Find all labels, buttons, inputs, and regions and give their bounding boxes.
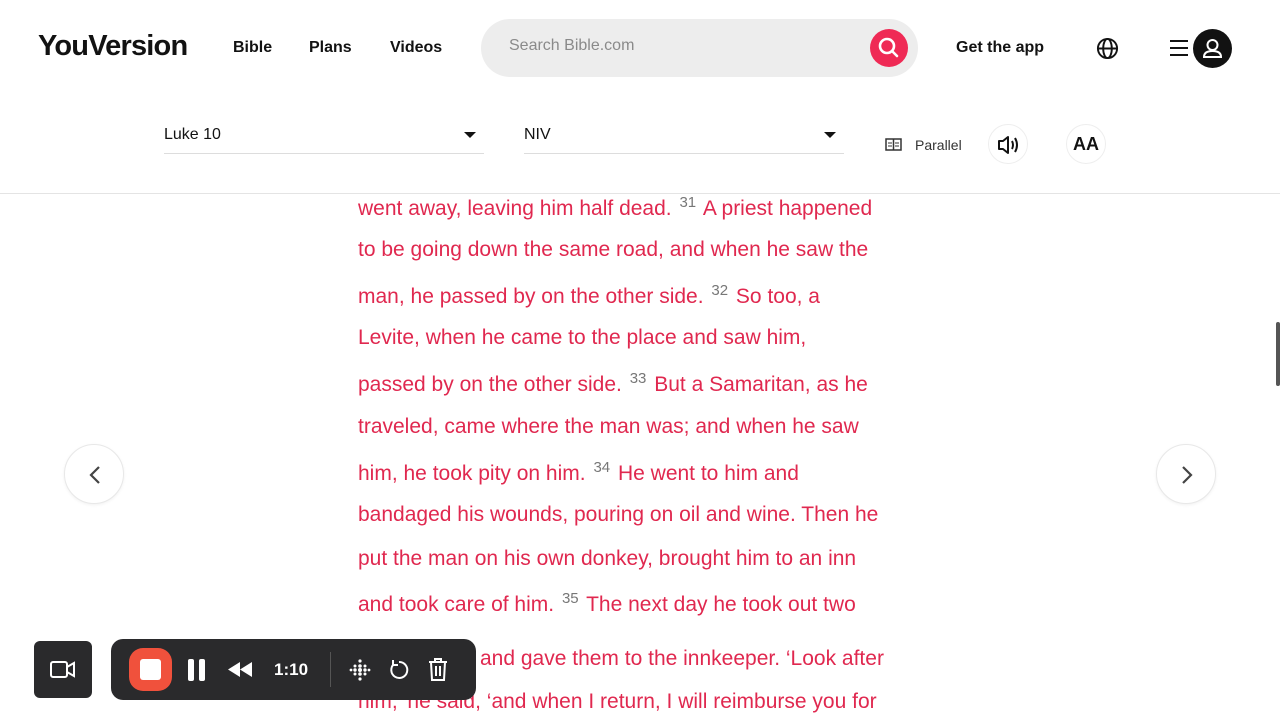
rewind-icon[interactable] — [228, 662, 253, 677]
logo[interactable]: YouVersion — [38, 30, 188, 63]
camera-toggle-button[interactable] — [34, 641, 92, 698]
divider — [330, 652, 331, 687]
caret-down-icon — [464, 132, 476, 138]
menu-icon[interactable] — [1170, 38, 1189, 58]
book-chapter-select[interactable]: Luke 10 — [164, 116, 484, 154]
verse-text-line: him, he took pity on him. 34 He went to … — [358, 459, 799, 486]
reader-toolbar: Luke 10 NIV Parallel AA — [0, 96, 1280, 194]
next-chapter-button[interactable] — [1156, 444, 1216, 504]
audio-button[interactable] — [988, 124, 1028, 164]
verse-text: and gave them to the innkeeper. ‘Look af… — [480, 647, 884, 670]
user-icon — [1202, 39, 1223, 58]
verse-text: The next day he took out two — [580, 593, 856, 616]
nav-plans[interactable]: Plans — [309, 39, 352, 57]
stop-icon — [140, 659, 161, 680]
verse-text: to be going down the same road, and when… — [358, 238, 869, 261]
caret-down-icon — [824, 132, 836, 138]
verse-text: bandaged his wounds, pouring on oil and … — [358, 503, 879, 526]
verse-number: 32 — [711, 282, 729, 299]
verse-text-line: Levite, when he came to the place and sa… — [358, 326, 806, 350]
top-nav: YouVersion Bible Plans Videos Get the ap… — [0, 0, 1280, 96]
grid-dots-icon[interactable] — [349, 659, 371, 681]
verse-text: man, he passed by on the other side. — [358, 285, 710, 308]
chevron-right-icon — [1182, 466, 1193, 484]
avatar[interactable] — [1193, 29, 1232, 68]
video-camera-icon — [50, 661, 75, 678]
verse-number: 31 — [679, 194, 697, 211]
verse-text-line: man, he passed by on the other side. 32 … — [358, 282, 820, 309]
search-icon — [878, 37, 899, 58]
font-size-button[interactable]: AA — [1066, 124, 1106, 164]
verse-number: 35 — [561, 590, 579, 607]
verse-number: 33 — [629, 370, 647, 387]
verse-text: put the man on his own donkey, brought h… — [358, 547, 857, 570]
previous-chapter-button[interactable] — [64, 444, 124, 504]
verse-text-line: to be going down the same road, and when… — [358, 238, 868, 262]
recording-time: 1:10 — [274, 660, 309, 679]
book-chapter-label: Luke 10 — [164, 126, 221, 143]
version-select[interactable]: NIV — [524, 116, 844, 154]
verse-text-line: passed by on the other side. 33 But a Sa… — [358, 370, 868, 397]
version-label: NIV — [524, 126, 551, 143]
trash-icon[interactable] — [427, 657, 449, 682]
search-bar — [481, 19, 918, 77]
verse-text-line: put the man on his own donkey, brought h… — [358, 547, 856, 571]
search-input[interactable] — [509, 37, 849, 55]
globe-icon[interactable] — [1096, 37, 1119, 60]
scrollbar[interactable] — [1276, 322, 1280, 386]
stop-recording-button[interactable] — [129, 648, 172, 691]
verse-text: passed by on the other side. — [358, 373, 628, 396]
parallel-label: Parallel — [915, 137, 962, 153]
verse-text: Levite, when he came to the place and sa… — [358, 326, 807, 349]
verse-text: traveled, came where the man was; and wh… — [358, 415, 859, 438]
verse-text: He went to him and — [612, 462, 799, 485]
recording-toolbar: 1:10 — [111, 639, 476, 700]
pause-icon[interactable] — [187, 659, 206, 681]
nav-bible[interactable]: Bible — [233, 39, 272, 57]
verse-text-line: bandaged his wounds, pouring on oil and … — [358, 503, 878, 527]
verse-text-line: traveled, came where the man was; and wh… — [358, 415, 859, 439]
verse-text: went away, leaving him half dead. — [358, 197, 678, 220]
verse-text: But a Samaritan, as he — [648, 373, 868, 396]
verse-text-line: and took care of him. 35 The next day he… — [358, 590, 856, 617]
parallel-icon — [885, 138, 902, 151]
verse-text-line: and gave them to the innkeeper. ‘Look af… — [480, 647, 884, 671]
verse-text: A priest happened — [698, 197, 873, 220]
verse-text: and took care of him. — [358, 593, 560, 616]
speaker-icon — [998, 136, 1018, 154]
search-button[interactable] — [870, 29, 908, 67]
verse-text: So too, a — [730, 285, 820, 308]
verse-text-line: went away, leaving him half dead. 31 A p… — [358, 194, 872, 221]
chevron-left-icon — [89, 466, 100, 484]
verse-number: 34 — [593, 459, 611, 476]
restart-icon[interactable] — [388, 659, 410, 681]
nav-videos[interactable]: Videos — [390, 39, 442, 57]
verse-text: him, he took pity on him. — [358, 462, 592, 485]
get-app-link[interactable]: Get the app — [956, 39, 1044, 57]
